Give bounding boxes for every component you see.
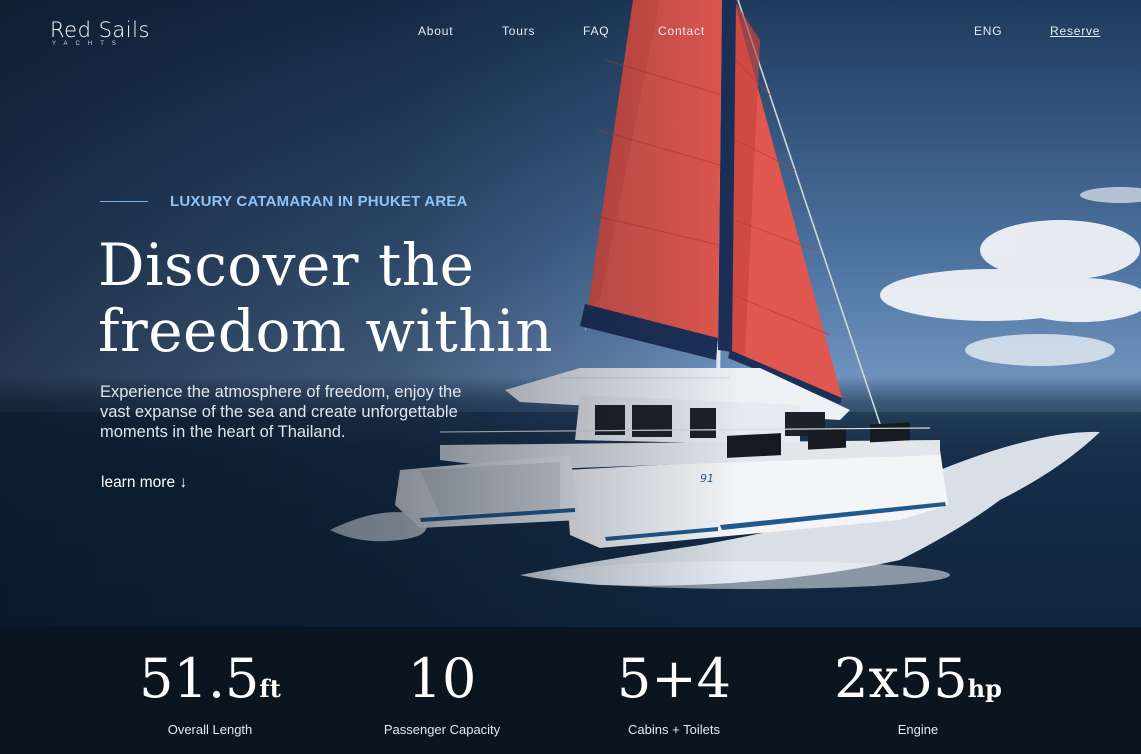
- spec-unit: ft: [259, 674, 281, 703]
- spec-passenger-capacity: 10 Passenger Capacity: [352, 647, 532, 738]
- spec-label: Passenger Capacity: [383, 722, 501, 737]
- spec-value: 51.5ft: [139, 647, 281, 710]
- spec-value: 2x55hp: [834, 647, 1002, 710]
- spec-cabins-toilets: 5+4 Cabins + Toilets: [584, 647, 764, 738]
- hero-headline: Discover the freedom within: [98, 232, 558, 364]
- specs-bar: 51.5ft Overall Length 10 Passenger Capac…: [0, 627, 1141, 754]
- learn-more-link[interactable]: learn more ↓: [101, 474, 187, 492]
- nav-faq[interactable]: FAQ: [583, 24, 609, 38]
- language-switcher[interactable]: ENG: [974, 24, 1002, 38]
- spec-engine: 2x55hp Engine: [818, 647, 1018, 738]
- brand-name: Red Sails: [50, 18, 150, 42]
- spec-label: Overall Length: [167, 722, 253, 737]
- spec-value: 10: [407, 647, 477, 710]
- nav-about[interactable]: About: [418, 24, 453, 38]
- nav-contact[interactable]: Contact: [658, 24, 705, 38]
- nav-tours[interactable]: Tours: [502, 24, 535, 38]
- eyebrow-divider: [100, 201, 148, 202]
- spec-label: Engine: [897, 722, 939, 737]
- spec-unit: hp: [967, 674, 1002, 703]
- spec-value: 5+4: [617, 647, 731, 710]
- description-line-2: vast expanse of the sea and create unfor…: [100, 403, 458, 421]
- headline-line-1: Discover the: [98, 231, 475, 299]
- hero-eyebrow: LUXURY CATAMARAN IN PHUKET AREA: [170, 193, 468, 210]
- hero-section: 91 Red Sails YACHTS About Tours FAQ Cont…: [0, 0, 1141, 627]
- brand-logo[interactable]: Red Sails YACHTS: [50, 18, 150, 47]
- spec-label: Cabins + Toilets: [628, 722, 720, 737]
- headline-line-2: freedom within: [98, 297, 554, 365]
- spec-overall-length: 51.5ft Overall Length: [120, 647, 300, 738]
- description-line-3: moments in the heart of Thailand.: [100, 423, 346, 441]
- hero-description: Experience the atmosphere of freedom, en…: [100, 382, 500, 442]
- reserve-link[interactable]: Reserve: [1050, 24, 1100, 38]
- description-line-1: Experience the atmosphere of freedom, en…: [100, 383, 462, 401]
